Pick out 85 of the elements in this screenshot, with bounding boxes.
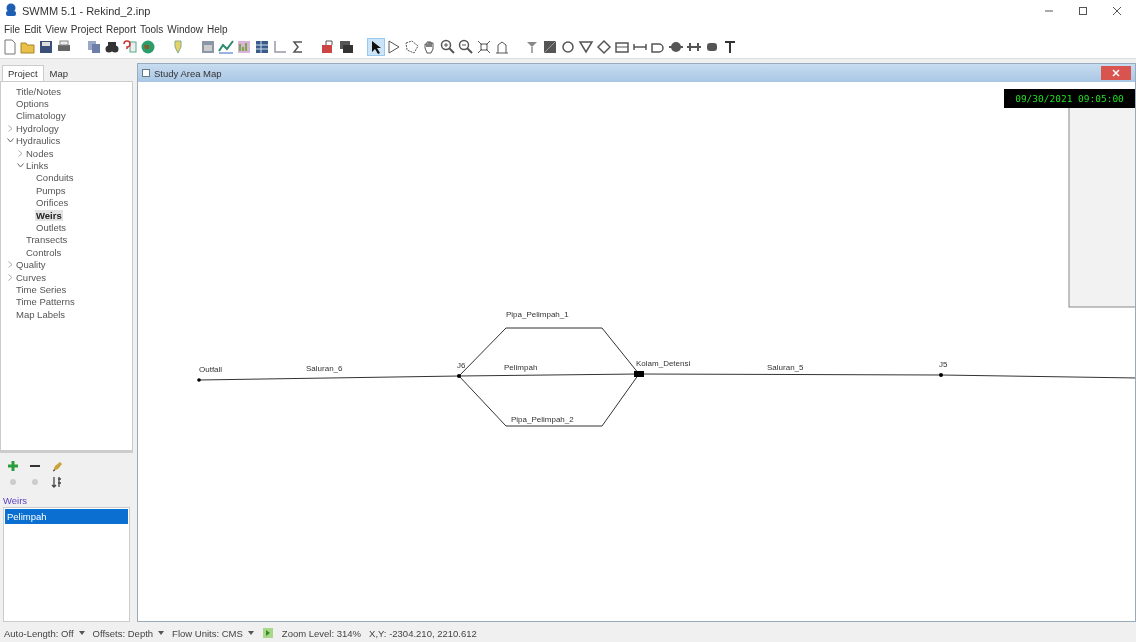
tree-item[interactable]: Options: [15, 98, 50, 110]
new-file-icon[interactable]: [2, 39, 18, 55]
map-window-title: Study Area Map: [154, 67, 222, 79]
window-title: SWMM 5.1 - Rekind_2.inp: [22, 5, 151, 17]
orifice-icon[interactable]: [668, 39, 684, 55]
tree-item[interactable]: Conduits: [35, 172, 75, 184]
node-label: J5: [939, 360, 948, 369]
menu-item[interactable]: Report: [104, 23, 138, 35]
link-label: Pipa_Pelimpah_1: [506, 310, 569, 319]
app-logo-icon: [4, 3, 18, 19]
menu-item[interactable]: View: [43, 23, 69, 35]
status-text: Zoom Level: 314%: [281, 627, 362, 639]
status-dropdown[interactable]: Flow Units: CMS: [172, 627, 254, 639]
storage-unit-icon[interactable]: [614, 39, 630, 55]
tree-item[interactable]: Outlets: [35, 222, 68, 233]
simulation-clock: 09/30/2021 09:05:00: [1004, 89, 1135, 108]
time-series-plot-icon[interactable]: [218, 39, 234, 55]
full-extent-icon[interactable]: [476, 39, 492, 55]
junction-node: [457, 374, 461, 378]
map-window-icon: [142, 69, 150, 77]
status-dropdown[interactable]: Offsets: Depth: [92, 627, 165, 639]
binoculars-icon[interactable]: [104, 39, 120, 55]
run-status-icon: [261, 627, 274, 639]
link-label: Pelimpah: [504, 363, 538, 372]
outfall-icon[interactable]: [578, 39, 594, 55]
pointer-icon[interactable]: [368, 39, 384, 55]
tree-item[interactable]: Map Labels: [15, 308, 67, 320]
object-type-label: Weirs: [2, 495, 29, 506]
menu-item[interactable]: Edit: [22, 23, 44, 35]
link-label: Saluran_6: [306, 364, 343, 373]
link-label: Pipa_Pelimpah_2: [511, 415, 574, 424]
region-select-icon[interactable]: [404, 39, 420, 55]
close-button[interactable]: [1101, 66, 1131, 80]
vertex-select-icon[interactable]: [386, 39, 402, 55]
tree-item[interactable]: Controls: [25, 246, 63, 258]
options-icon[interactable]: [320, 39, 336, 55]
status-dropdown[interactable]: Auto-Length: Off: [4, 627, 85, 639]
tree-item[interactable]: Curves: [15, 271, 48, 283]
tree-item[interactable]: Climatology: [15, 110, 67, 122]
query-icon[interactable]: [122, 39, 138, 55]
browser-tab[interactable]: Project: [2, 65, 44, 81]
text-label-icon[interactable]: [722, 39, 738, 55]
save-icon[interactable]: [38, 39, 54, 55]
globe-icon[interactable]: [140, 39, 156, 55]
menu-item[interactable]: File: [2, 23, 23, 35]
tree-item[interactable]: Transects: [25, 234, 69, 246]
outfall-node: [197, 378, 201, 382]
menu-item[interactable]: Project: [68, 23, 104, 35]
copy-icon[interactable]: [86, 39, 102, 55]
node-label: J6: [457, 361, 466, 370]
junction-node: [939, 373, 943, 377]
menu-item[interactable]: Help: [204, 23, 230, 35]
browser-tab[interactable]: Map: [43, 65, 75, 81]
node-label: Outfall: [199, 365, 223, 374]
subcatchment-icon[interactable]: [542, 39, 558, 55]
dropdown-arrow-icon[interactable]: [158, 631, 165, 635]
object-list-item[interactable]: Pelimpah: [5, 509, 128, 524]
maximize-icon[interactable]: [1077, 5, 1089, 17]
divider-node-icon[interactable]: [596, 39, 612, 55]
zoom-in-icon[interactable]: [440, 39, 456, 55]
tree-item[interactable]: Hydraulics: [15, 135, 62, 147]
status-text: X,Y: -2304.210, 2210.612: [369, 627, 477, 639]
profile-plot-icon[interactable]: [200, 39, 216, 55]
tree-item[interactable]: Hydrology: [15, 122, 60, 134]
tree-item[interactable]: Orifices: [35, 197, 70, 209]
dropdown-arrow-icon[interactable]: [78, 631, 85, 635]
node-label: Kolam_Detensi: [636, 359, 691, 368]
close-icon[interactable]: [1111, 5, 1123, 17]
tree-item[interactable]: Quality: [15, 259, 47, 271]
menu-item[interactable]: Tools: [138, 23, 166, 35]
tree-item[interactable]: Title/Notes: [15, 85, 63, 97]
tree-item[interactable]: Links: [25, 160, 50, 172]
menu-item[interactable]: Window: [165, 23, 205, 35]
tree-item[interactable]: Time Series: [15, 283, 68, 295]
tree-item[interactable]: Pumps: [35, 184, 67, 196]
tree-item[interactable]: Nodes: [25, 147, 55, 159]
tree-item[interactable]: Time Patterns: [15, 296, 76, 308]
link-label: Saluran_5: [767, 363, 804, 372]
zoom-out-icon[interactable]: [458, 39, 474, 55]
junction-icon[interactable]: [560, 39, 576, 55]
dropdown-arrow-icon[interactable]: [247, 631, 254, 635]
stacked-windows-icon[interactable]: [338, 39, 354, 55]
table-icon[interactable]: [254, 39, 270, 55]
storage-node: [634, 371, 644, 377]
tree-item[interactable]: Weirs: [35, 209, 63, 221]
